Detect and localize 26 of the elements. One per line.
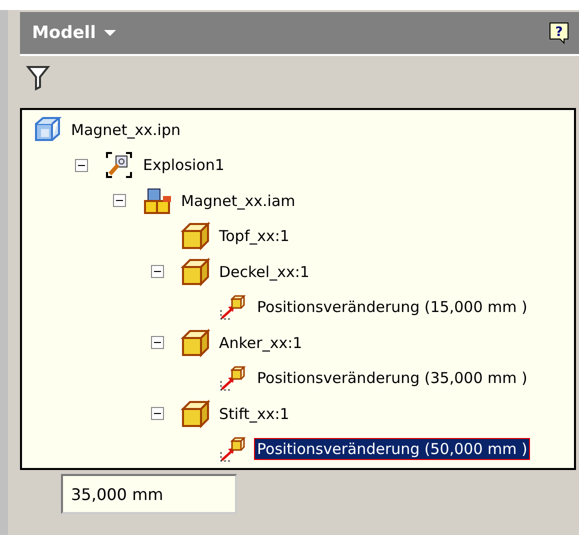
panel-menu-button[interactable]: Modell [32, 23, 116, 43]
collapse-icon[interactable] [151, 336, 164, 350]
explosion-icon [104, 150, 134, 180]
assembly-icon [142, 186, 172, 216]
collapse-icon[interactable] [113, 194, 126, 208]
tree-item[interactable]: Topf_xx:1 [216, 225, 292, 248]
help-icon[interactable]: ? [549, 22, 569, 44]
tree-item[interactable]: Stift_xx:1 [216, 402, 292, 425]
cube-icon [180, 221, 210, 252]
collapse-icon[interactable] [151, 407, 164, 420]
tree-item[interactable]: Positionsveränderung (35,000 mm ) [254, 367, 530, 390]
tree-item[interactable]: Magnet_xx.iam [178, 190, 298, 212]
collapse-icon[interactable] [75, 158, 88, 172]
cube-icon [180, 256, 210, 287]
collapse-icon[interactable] [151, 265, 164, 278]
tree-item[interactable]: Positionsveränderung (50,000 mm ) [254, 438, 530, 460]
tree-item[interactable]: Explosion1 [140, 154, 228, 176]
value-field[interactable]: 35,000 mm [61, 474, 237, 514]
tree-item[interactable]: Magnet_xx.ipn [68, 118, 184, 141]
tree-item[interactable]: Anker_xx:1 [216, 332, 306, 354]
tree-item[interactable]: Deckel_xx:1 [216, 260, 312, 283]
cube-icon [180, 328, 210, 358]
caret-icon [104, 29, 116, 37]
filter-icon[interactable] [26, 65, 50, 91]
cube-icon [180, 398, 210, 429]
tree-item[interactable]: Positionsveränderung (15,000 mm ) [254, 296, 530, 318]
